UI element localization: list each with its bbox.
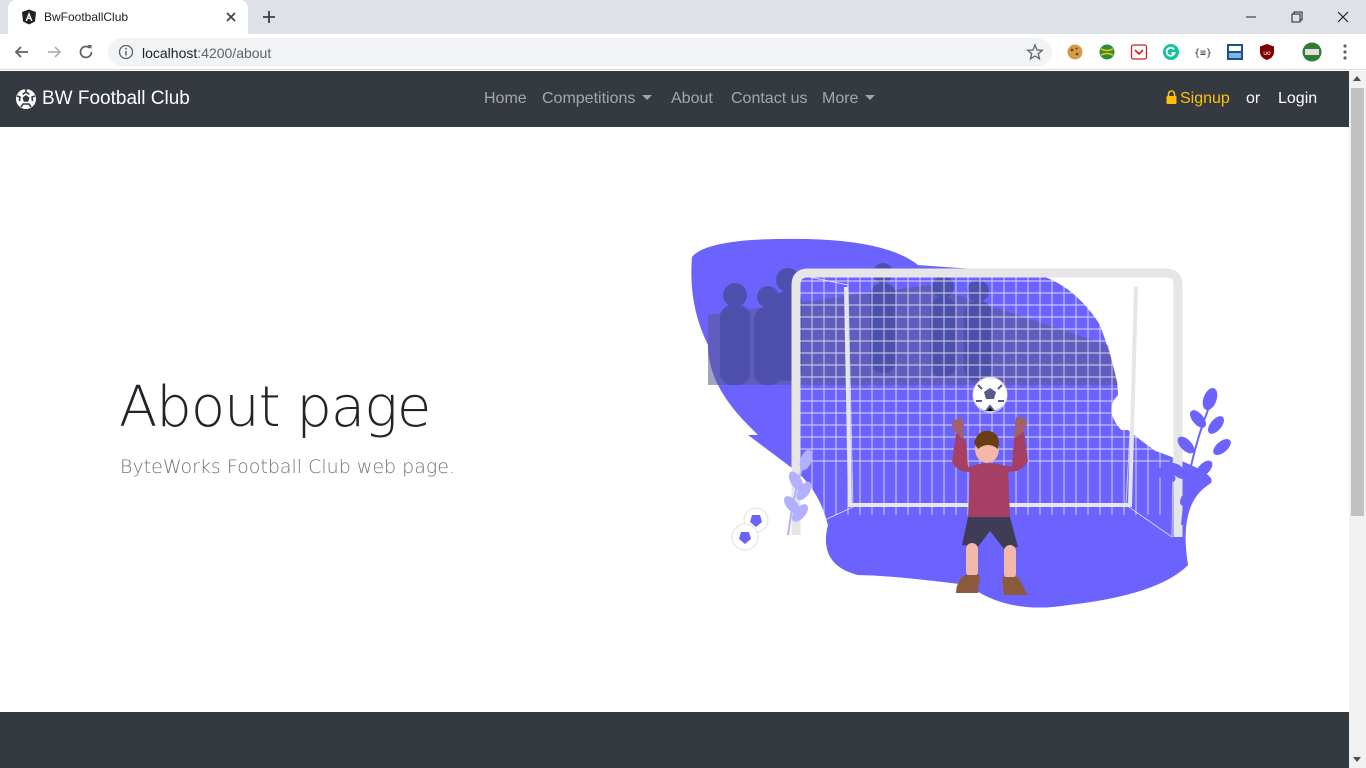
- nav-home[interactable]: Home: [484, 90, 527, 108]
- chevron-down-icon: [642, 95, 653, 100]
- goalkeeper-illustration: [691, 238, 1231, 608]
- nav-more-label: More: [822, 90, 859, 107]
- browser-tab-strip: BwFootballClub: [0, 0, 1366, 34]
- nav-more-dropdown[interactable]: More: [822, 90, 876, 108]
- signup-label: Signup: [1180, 90, 1230, 107]
- or-separator: or: [1246, 90, 1261, 107]
- reload-icon[interactable]: [76, 42, 96, 62]
- ball-in-air: [972, 377, 1008, 413]
- minimize-window-icon[interactable]: [1240, 6, 1262, 28]
- close-tab-icon[interactable]: [222, 8, 240, 26]
- browser-menu-icon[interactable]: [1336, 42, 1354, 62]
- restore-window-icon[interactable]: [1286, 6, 1308, 28]
- forward-arrow-icon[interactable]: [44, 42, 64, 62]
- pocket-extension-icon[interactable]: [1130, 43, 1148, 61]
- ublock-extension-icon[interactable]: uo: [1258, 43, 1276, 61]
- nav-competitions-label: Competitions: [542, 90, 636, 107]
- profile-avatar-icon[interactable]: [1302, 42, 1322, 62]
- scrollbar-thumb[interactable]: [1351, 88, 1364, 516]
- login-link[interactable]: Login: [1278, 90, 1317, 108]
- url-text: localhost:4200/about: [142, 45, 271, 61]
- svg-text:{≡}: {≡}: [1194, 48, 1212, 59]
- bookmark-star-icon[interactable]: [1026, 43, 1044, 61]
- cookie-extension-icon[interactable]: [1066, 43, 1084, 61]
- tab-title: BwFootballClub: [44, 10, 129, 24]
- ground-balls: [731, 507, 769, 551]
- url-path: :4200/about: [197, 45, 272, 61]
- back-arrow-icon[interactable]: [12, 42, 32, 62]
- soccer-ball-icon: [16, 89, 36, 109]
- lock-icon: [1166, 90, 1177, 104]
- page-footer: [0, 712, 1349, 768]
- navbar-brand[interactable]: BW Football Club: [15, 87, 190, 111]
- site-info-icon[interactable]: [118, 44, 134, 60]
- scroll-up-arrow-icon[interactable]: [1353, 76, 1361, 81]
- address-bar[interactable]: localhost:4200/about: [108, 38, 1052, 66]
- browser-toolbar: localhost:4200/about {≡} uo: [0, 34, 1366, 70]
- page-scrollbar[interactable]: [1349, 71, 1366, 768]
- brand-title: BW Football Club: [42, 88, 190, 109]
- site-navbar: BW Football Club Home Competitions About…: [0, 71, 1349, 127]
- scroll-down-arrow-icon[interactable]: [1353, 757, 1361, 762]
- page-title: About page: [119, 375, 431, 440]
- browser-tab[interactable]: BwFootballClub: [8, 0, 248, 34]
- grammarly-extension-icon[interactable]: [1162, 43, 1180, 61]
- page-viewport: BW Football Club Home Competitions About…: [0, 71, 1349, 768]
- json-extension-icon[interactable]: {≡}: [1194, 43, 1212, 61]
- nav-competitions-dropdown[interactable]: Competitions: [542, 90, 653, 108]
- globe-extension-icon[interactable]: [1098, 43, 1116, 61]
- nav-about[interactable]: About: [671, 90, 713, 108]
- svg-text:uo: uo: [1263, 50, 1271, 57]
- close-window-icon[interactable]: [1332, 6, 1354, 28]
- url-host: localhost: [142, 45, 198, 61]
- chevron-down-icon: [865, 95, 876, 100]
- angular-favicon-icon: [22, 9, 36, 25]
- new-tab-icon[interactable]: [260, 8, 278, 26]
- signup-link[interactable]: Signup: [1166, 90, 1230, 108]
- page-subtitle: ByteWorks Football Club web page.: [120, 456, 455, 478]
- nav-contact[interactable]: Contact us: [731, 90, 807, 108]
- news-extension-icon[interactable]: [1226, 43, 1244, 61]
